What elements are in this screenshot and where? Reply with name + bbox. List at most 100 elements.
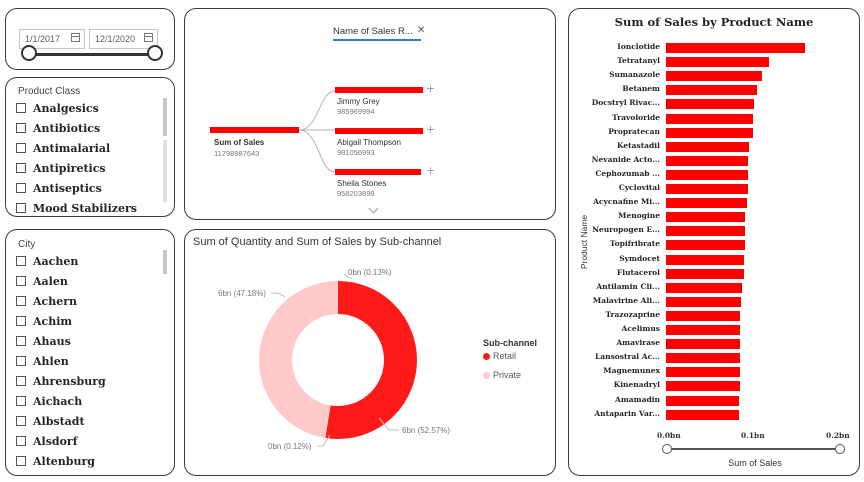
calendar-icon[interactable] (71, 33, 80, 42)
bar-category-label: Tetratanyl (617, 56, 660, 66)
slicer-item-label: Ahlen (33, 354, 69, 368)
slicer-item[interactable]: Achern (6, 291, 158, 311)
child-bar[interactable] (335, 87, 423, 93)
slicer-item[interactable]: Mood Stabilizers (6, 198, 158, 218)
checkbox[interactable] (16, 163, 26, 173)
checkbox[interactable] (16, 316, 26, 326)
checkbox[interactable] (16, 203, 26, 213)
checkbox[interactable] (16, 436, 26, 446)
bar[interactable] (666, 198, 747, 209)
checkbox[interactable] (16, 256, 26, 266)
bar[interactable] (666, 57, 769, 68)
legend-item[interactable]: Retail (483, 351, 516, 361)
slicer-item[interactable]: Aichach (6, 391, 158, 411)
child-name: Abigail Thompson (337, 138, 401, 147)
slicer-item[interactable]: Ahrensburg (6, 371, 158, 391)
slicer-item[interactable]: Altenburg (6, 451, 158, 471)
bar-category-label: Antilamin Cli... (596, 281, 660, 291)
bar[interactable] (666, 141, 750, 152)
slicer-item[interactable]: Aalen (6, 271, 158, 291)
slicer-item[interactable]: Achim (6, 311, 158, 331)
bar[interactable] (666, 226, 746, 237)
checkbox[interactable] (16, 143, 26, 153)
slicer-title: City (18, 239, 36, 250)
city-list: Aachen Aalen Achern Achim Ahaus Ahlen Ahrensbu… (6, 251, 158, 471)
slicer-item[interactable]: Antimalarial (6, 138, 158, 158)
bar[interactable] (666, 169, 748, 180)
bar[interactable] (666, 212, 746, 223)
bar[interactable] (666, 254, 745, 265)
bar[interactable] (666, 395, 740, 406)
bar[interactable] (666, 99, 755, 110)
checkbox[interactable] (16, 183, 26, 193)
child-value: 958203898 (337, 189, 375, 198)
checkbox[interactable] (16, 396, 26, 406)
bar-category-label: Travoloride (612, 112, 660, 122)
checkbox[interactable] (16, 456, 26, 466)
date-range-end-handle[interactable] (147, 45, 163, 61)
slicer-item[interactable]: Albstadt (6, 411, 158, 431)
slicer-item-label: Antipiretics (33, 161, 106, 175)
calendar-icon[interactable] (144, 33, 153, 42)
bar[interactable] (666, 184, 748, 194)
slicer-item[interactable]: Analgesics (6, 98, 158, 118)
child-value: 985969994 (337, 107, 375, 116)
bar[interactable] (666, 367, 740, 378)
legend-swatch-private (483, 371, 490, 379)
slicer-item[interactable]: Antibiotics (6, 118, 158, 138)
checkbox[interactable] (16, 356, 26, 366)
product-class-list: Analgesics Antibiotics Antimalarial Antipir… (6, 98, 158, 218)
bar[interactable] (666, 353, 740, 364)
end-date-input[interactable]: 12/1/2020 (89, 29, 158, 49)
checkbox[interactable] (16, 276, 26, 286)
bar[interactable] (666, 339, 740, 350)
bar-category-label: Betanem (622, 84, 660, 94)
slicer-item[interactable]: Ahlen (6, 351, 158, 371)
expand-plus-icon[interactable]: + (426, 83, 435, 94)
child-bar[interactable] (335, 128, 423, 134)
expand-plus-icon[interactable]: + (426, 124, 435, 135)
scrollbar[interactable] (163, 250, 167, 274)
x-range-start-handle[interactable] (662, 444, 672, 454)
expand-plus-icon[interactable]: + (426, 165, 435, 176)
bar-category-label: Acycnafine Mi... (593, 197, 660, 207)
scrollbar-track[interactable] (163, 140, 167, 202)
checkbox[interactable] (16, 103, 26, 113)
slicer-item[interactable]: Alsdorf (6, 431, 158, 451)
checkbox[interactable] (16, 336, 26, 346)
bar[interactable] (666, 296, 741, 307)
slicer-item[interactable]: Antipiretics (6, 158, 158, 178)
bar[interactable] (666, 310, 740, 321)
bar-category-label: Symdocet (619, 253, 660, 263)
scrollbar[interactable] (163, 98, 167, 136)
x-range-end-handle[interactable] (835, 444, 845, 454)
bar[interactable] (666, 282, 742, 293)
bar[interactable] (666, 381, 740, 392)
bar[interactable] (666, 43, 806, 53)
bar-category-label: Sumanazole (609, 70, 660, 80)
slicer-item[interactable]: Ahaus (6, 331, 158, 351)
bar[interactable] (666, 127, 753, 138)
checkbox[interactable] (16, 376, 26, 386)
checkbox[interactable] (16, 123, 26, 133)
slicer-item[interactable]: Aachen (6, 251, 158, 271)
bar-category-label: Acelimus (621, 324, 660, 333)
date-range-track[interactable] (28, 53, 156, 56)
bar[interactable] (666, 85, 757, 96)
bar[interactable] (666, 113, 753, 124)
child-bar[interactable] (335, 169, 421, 175)
checkbox[interactable] (16, 296, 26, 306)
checkbox[interactable] (16, 416, 26, 426)
slicer-item[interactable]: Antiseptics (6, 178, 158, 198)
bar[interactable] (666, 71, 763, 82)
bar[interactable] (666, 155, 749, 166)
bar[interactable] (666, 268, 745, 279)
bar[interactable] (666, 325, 740, 335)
bar[interactable] (666, 240, 746, 251)
slicer-item-label: Achern (33, 294, 78, 308)
legend-item[interactable]: Private (483, 370, 521, 380)
slicer-item-label: Achim (33, 314, 73, 328)
x-range-track[interactable] (668, 448, 840, 450)
date-range-start-handle[interactable] (21, 45, 37, 61)
bar[interactable] (666, 409, 740, 420)
